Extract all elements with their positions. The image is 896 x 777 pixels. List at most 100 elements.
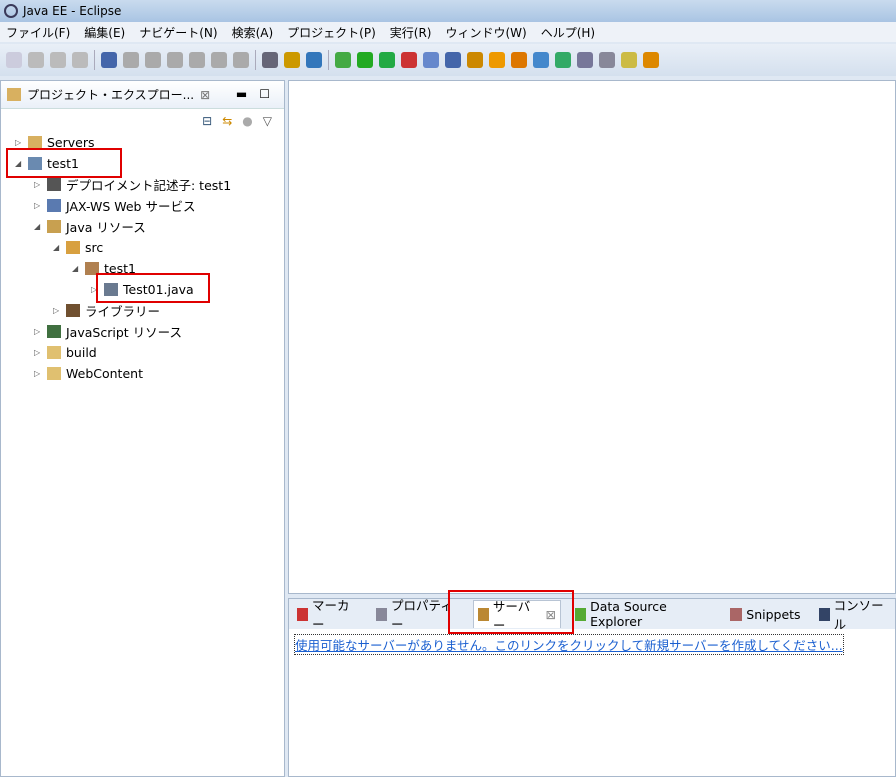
project-explorer-icon [7,88,21,101]
tree-item-label: ライブラリー [85,301,160,320]
minimize-icon[interactable]: ▬ [236,87,247,101]
create-server-link[interactable]: 使用可能なサーバーがありません。このリンクをクリックして新規サーバーを作成してく… [295,635,843,654]
tree-item-icon [47,199,61,212]
toolbar-separator [255,50,256,70]
toolbar [0,44,896,76]
toolbar-button-icon[interactable] [401,52,417,68]
toolbar-button-icon[interactable] [123,52,139,68]
tree-item-label: JAX-WS Web サービス [66,196,195,215]
menu-item[interactable]: 検索(A) [232,24,274,41]
expand-toggle-icon[interactable]: ◢ [72,264,80,273]
tree-item-label: src [85,240,103,255]
toolbar-button-icon[interactable] [379,52,395,68]
tree-item-icon [66,304,80,317]
expand-toggle-icon[interactable]: ◢ [53,243,61,252]
tree-item[interactable]: ▷ build [34,342,97,362]
editor-area [288,80,896,594]
toolbar-button-icon[interactable] [284,52,300,68]
tab-bottom[interactable]: マーカー [293,600,362,628]
toolbar-button-icon[interactable] [145,52,161,68]
toolbar-button-icon[interactable] [167,52,183,68]
toolbar-button-icon[interactable] [555,52,571,68]
tree-item[interactable]: ▷JavaScript リソース [34,321,182,341]
toolbar-button-icon[interactable] [467,52,483,68]
menu-item[interactable]: ヘルプ(H) [541,24,595,41]
toolbar-button-icon[interactable] [511,52,527,68]
tab-icon [376,608,387,621]
tab-icon [575,608,586,621]
menu-item[interactable]: ファイル(F) [6,24,70,41]
menu-item[interactable]: 実行(R) [390,24,432,41]
tab-icon [730,608,742,621]
expand-toggle-icon[interactable]: ▷ [34,369,42,378]
toolbar-button-icon[interactable] [577,52,593,68]
tab-icon [819,608,830,621]
tree-item[interactable]: ◢ src [53,237,103,257]
toolbar-separator [94,50,95,70]
maximize-icon[interactable]: ☐ [259,87,270,101]
toolbar-button-icon[interactable] [6,52,22,68]
tab-label: マーカー [312,595,358,633]
toolbar-button-icon[interactable] [599,52,615,68]
menu-item[interactable]: ウィンドウ(W) [445,24,526,41]
expand-toggle-icon[interactable]: ◢ [34,222,42,231]
tree-item[interactable]: ▷ JAX-WS Web サービス [34,195,195,215]
toolbar-button-icon[interactable] [50,52,66,68]
menu-item[interactable]: プロジェクト(P) [287,24,376,41]
bottom-panel: マーカープロパティーサーバー⊠Data Source ExplorerSnipp… [288,598,896,777]
toolbar-button-icon[interactable] [233,52,249,68]
tab-bottom[interactable]: コンソール [815,600,895,628]
menu-bar: ファイル(F) 編集(E) ナビゲート(N) 検索(A) プロジェクト(P) 実行(R) ウ… [0,22,896,42]
eclipse-icon [4,4,18,18]
tab-bottom[interactable]: Snippets [726,600,804,628]
menu-item[interactable]: 編集(E) [84,24,125,41]
toolbar-button-icon[interactable] [101,52,117,68]
tree-item-label: build [66,345,97,360]
toolbar-button-icon[interactable] [423,52,439,68]
toolbar-button-icon[interactable] [72,52,88,68]
filter-icon[interactable]: ● [242,114,252,128]
expand-toggle-icon[interactable]: ▷ [53,306,61,315]
toolbar-button-icon[interactable] [357,52,373,68]
tree-item-label: Java リソース [66,217,146,236]
tree-item-icon [28,136,42,149]
tab-project-explorer[interactable]: プロジェクト・エクスプロー... ⊠ ▬ ☐ [1,81,284,109]
link-editor-icon[interactable]: ⇆ [222,114,232,128]
tree-item[interactable]: ▷ WebContent [34,363,143,383]
toolbar-button-icon[interactable] [445,52,461,68]
toolbar-button-icon[interactable] [189,52,205,68]
expand-toggle-icon[interactable]: ▷ [34,327,42,336]
tree-item-icon [47,367,61,380]
highlight-server-tab [448,590,574,634]
expand-toggle-icon[interactable]: ▷ [34,348,42,357]
view-menu-icon[interactable]: ▽ [263,114,272,128]
tab-label: コンソール [834,595,891,633]
tree-item-icon [47,346,61,359]
expand-toggle-icon[interactable]: ▷ [15,138,23,147]
toolbar-button-icon[interactable] [643,52,659,68]
toolbar-button-icon[interactable] [211,52,227,68]
highlight-test01 [96,273,210,303]
close-icon[interactable]: ⊠ [200,88,210,102]
title-bar: Java EE - Eclipse [0,0,896,22]
expand-toggle-icon[interactable]: ▷ [34,201,42,210]
collapse-all-icon[interactable]: ⊟ [202,114,212,128]
toolbar-button-icon[interactable] [335,52,351,68]
toolbar-button-icon[interactable] [28,52,44,68]
tab-label: Snippets [746,607,800,622]
tab-bottom[interactable]: Data Source Explorer [571,600,716,628]
tree-item-icon [47,178,61,191]
menu-item[interactable]: ナビゲート(N) [139,24,217,41]
toolbar-button-icon[interactable] [621,52,637,68]
toolbar-separator [328,50,329,70]
tree-item[interactable]: ▷ ライブラリー [53,300,160,320]
toolbar-button-icon[interactable] [306,52,322,68]
tree-item[interactable]: ◢ Java リソース [34,216,146,236]
tree-item-label: WebContent [66,366,143,381]
toolbar-button-icon[interactable] [533,52,549,68]
tab-label: Data Source Explorer [590,599,712,629]
tab-label: プロジェクト・エクスプロー... [27,86,194,103]
expand-toggle-icon[interactable]: ▷ [34,180,42,189]
toolbar-button-icon[interactable] [262,52,278,68]
toolbar-button-icon[interactable] [489,52,505,68]
